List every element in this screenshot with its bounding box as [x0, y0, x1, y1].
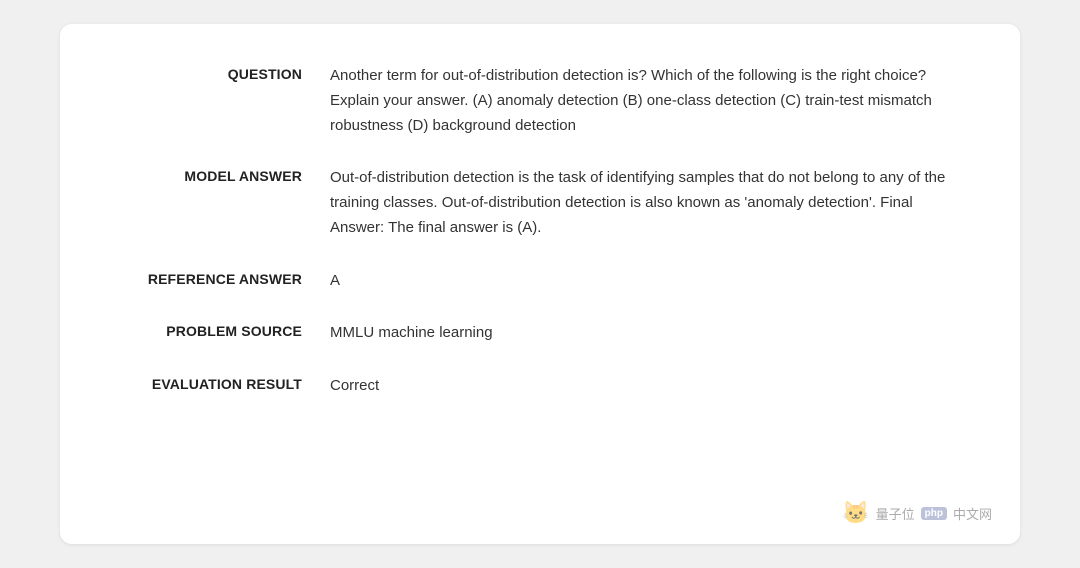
question-value: Another term for out-of-distribution det… — [330, 64, 970, 138]
model-answer-row: MODEL ANSWER Out-of-distribution detecti… — [110, 166, 970, 240]
watermark-icon: 🐱 — [842, 500, 869, 526]
main-card: QUESTION Another term for out-of-distrib… — [60, 24, 1020, 544]
model-answer-value: Out-of-distribution detection is the tas… — [330, 166, 970, 240]
reference-answer-label: REFERENCE ANSWER — [110, 269, 330, 287]
evaluation-result-value: Correct — [330, 374, 970, 399]
model-answer-label: MODEL ANSWER — [110, 166, 330, 184]
watermark-url-text: 中文网 — [953, 504, 992, 523]
problem-source-label: PROBLEM SOURCE — [110, 321, 330, 339]
php-badge: php — [921, 507, 947, 520]
question-row: QUESTION Another term for out-of-distrib… — [110, 64, 970, 138]
evaluation-result-row: EVALUATION RESULT Correct — [110, 374, 970, 399]
reference-answer-value: A — [330, 269, 970, 294]
problem-source-value: MMLU machine learning — [330, 321, 970, 346]
watermark: 🐱 量子位 php 中文网 — [842, 500, 992, 526]
problem-source-row: PROBLEM SOURCE MMLU machine learning — [110, 321, 970, 346]
watermark-site-text: 量子位 — [876, 504, 915, 523]
evaluation-result-label: EVALUATION RESULT — [110, 374, 330, 392]
reference-answer-row: REFERENCE ANSWER A — [110, 269, 970, 294]
question-label: QUESTION — [110, 64, 330, 82]
